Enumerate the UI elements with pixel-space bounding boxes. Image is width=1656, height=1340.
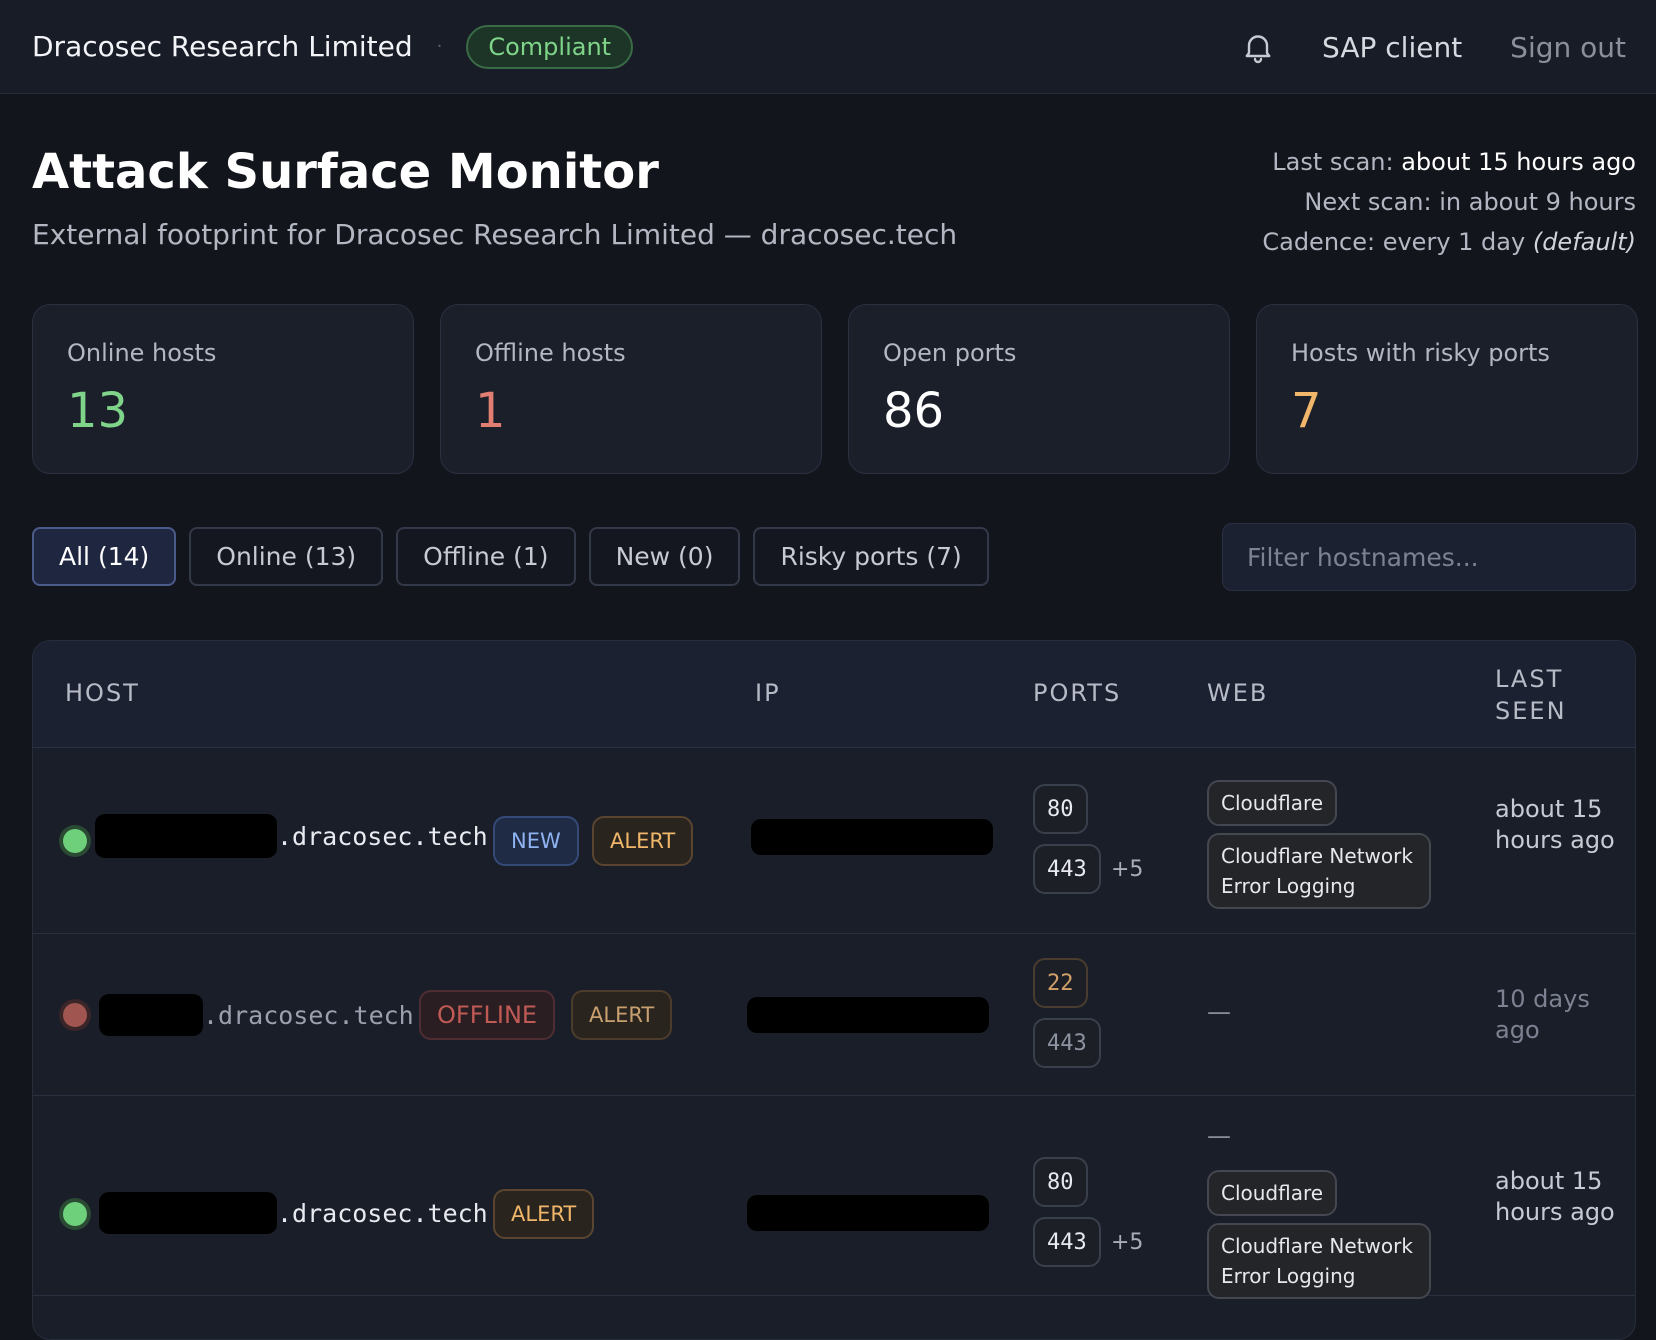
port-badge: 22 (1033, 958, 1088, 1008)
last-seen: 10 days ago (1495, 985, 1590, 1044)
filter-all[interactable]: All (14) (32, 527, 177, 586)
column-last-seen: LAST SEEN (1495, 665, 1567, 725)
filter-risky[interactable]: Risky ports (7) (753, 527, 989, 586)
table-row[interactable]: .dracosec.tech ALERT 80 443 +5 — Cloudfl… (33, 1096, 1635, 1299)
port-badge: 443 (1033, 844, 1101, 894)
redacted-hostname (95, 814, 277, 858)
alert-badge: ALERT (571, 990, 673, 1040)
web-tech-tag: Cloudflare Network Error Logging (1207, 1223, 1431, 1299)
alert-badge: ALERT (592, 816, 694, 866)
hostname-suffix: .dracosec.tech (277, 822, 488, 851)
redacted-ip (747, 1195, 989, 1231)
stat-card-offline: Offline hosts 1 (440, 304, 822, 474)
filter-online[interactable]: Online (13) (189, 527, 384, 586)
status-online-icon (63, 1202, 87, 1226)
offline-badge: OFFLINE (419, 990, 556, 1040)
compliance-badge: Compliant (466, 24, 634, 69)
column-host: HOST (65, 679, 140, 707)
web-empty: — (1207, 998, 1231, 1026)
hostname-suffix: .dracosec.tech (203, 1001, 414, 1030)
redacted-hostname (99, 1192, 277, 1234)
web-empty: — (1207, 1122, 1231, 1150)
redacted-hostname (99, 994, 203, 1036)
user-menu[interactable]: SAP client (1322, 31, 1462, 64)
stat-label: Open ports (883, 339, 1017, 367)
table-row[interactable]: .dracosec.tech NEW ALERT 80 443 +5 Cloud… (33, 748, 1635, 934)
cadence-text: Cadence: every 1 day (1262, 228, 1526, 256)
web-tech-tag: Cloudflare (1207, 780, 1338, 826)
cadence-note: (default) (1532, 228, 1636, 256)
column-ip: IP (755, 679, 781, 707)
port-badge: 443 (1033, 1018, 1101, 1068)
stat-value: 7 (1291, 383, 1322, 439)
column-ports: PORTS (1033, 679, 1122, 707)
hosts-table: HOST IP PORTS WEB LAST SEEN .dracosec.te… (32, 640, 1636, 1340)
org-name: Dracosec Research Limited (32, 30, 413, 63)
stat-value: 13 (67, 383, 129, 439)
status-online-icon (63, 829, 87, 853)
ports-more[interactable]: +5 (1111, 857, 1143, 882)
status-offline-icon (63, 1003, 87, 1027)
stat-label: Offline hosts (475, 339, 626, 367)
redacted-ip (747, 997, 989, 1033)
new-badge: NEW (493, 816, 579, 866)
last-scan-value: about 15 hours ago (1401, 148, 1636, 176)
alert-badge: ALERT (493, 1189, 595, 1239)
stat-label: Hosts with risky ports (1291, 339, 1550, 367)
stat-value: 86 (883, 383, 945, 439)
last-scan: Last scan: about 15 hours ago (1262, 142, 1636, 182)
web-tech-tag: Cloudflare Network Error Logging (1207, 833, 1431, 909)
page-subtitle: External footprint for Dracosec Research… (32, 218, 958, 251)
table-header: HOST IP PORTS WEB LAST SEEN (33, 641, 1635, 748)
cadence: Cadence: every 1 day (default) (1262, 222, 1636, 262)
signout-button[interactable]: Sign out (1510, 31, 1626, 64)
filter-offline[interactable]: Offline (1) (396, 527, 576, 586)
last-seen: about 15 hours ago (1495, 1167, 1615, 1226)
bell-icon[interactable] (1240, 29, 1276, 65)
top-bar: Dracosec Research Limited · Compliant SA… (0, 0, 1656, 94)
page-title: Attack Surface Monitor (32, 144, 659, 200)
web-tech-tag: Cloudflare (1207, 1170, 1338, 1216)
scan-info: Last scan: about 15 hours ago Next scan:… (1262, 142, 1636, 262)
stat-card-risky: Hosts with risky ports 7 (1256, 304, 1638, 474)
separator-dot: · (436, 36, 443, 57)
stats-row: Online hosts 13 Offline hosts 1 Open por… (32, 304, 1638, 474)
port-badge: 443 (1033, 1217, 1101, 1267)
hostname-filter-input[interactable] (1222, 523, 1636, 591)
last-seen: about 15 hours ago (1495, 795, 1615, 854)
filter-new[interactable]: New (0) (588, 527, 741, 586)
ports-more[interactable]: +5 (1111, 1230, 1143, 1255)
filter-tabs: All (14) Online (13) Offline (1) New (0)… (32, 527, 989, 586)
table-row[interactable]: .dracosec.tech OFFLINE ALERT 22 443 — 10… (33, 934, 1635, 1096)
port-badge: 80 (1033, 784, 1088, 834)
next-scan: Next scan: in about 9 hours (1304, 188, 1636, 216)
last-scan-label: Last scan: (1272, 148, 1394, 176)
stat-card-open-ports: Open ports 86 (848, 304, 1230, 474)
hostname-suffix: .dracosec.tech (277, 1199, 488, 1228)
column-web: WEB (1207, 679, 1269, 707)
page-header: Attack Surface Monitor External footprin… (0, 94, 1656, 294)
redacted-ip (751, 819, 993, 855)
topbar-actions: SAP client Sign out (1240, 0, 1626, 94)
stat-value: 1 (475, 383, 506, 439)
stat-label: Online hosts (67, 339, 217, 367)
port-badge: 80 (1033, 1157, 1088, 1207)
stat-card-online: Online hosts 13 (32, 304, 414, 474)
